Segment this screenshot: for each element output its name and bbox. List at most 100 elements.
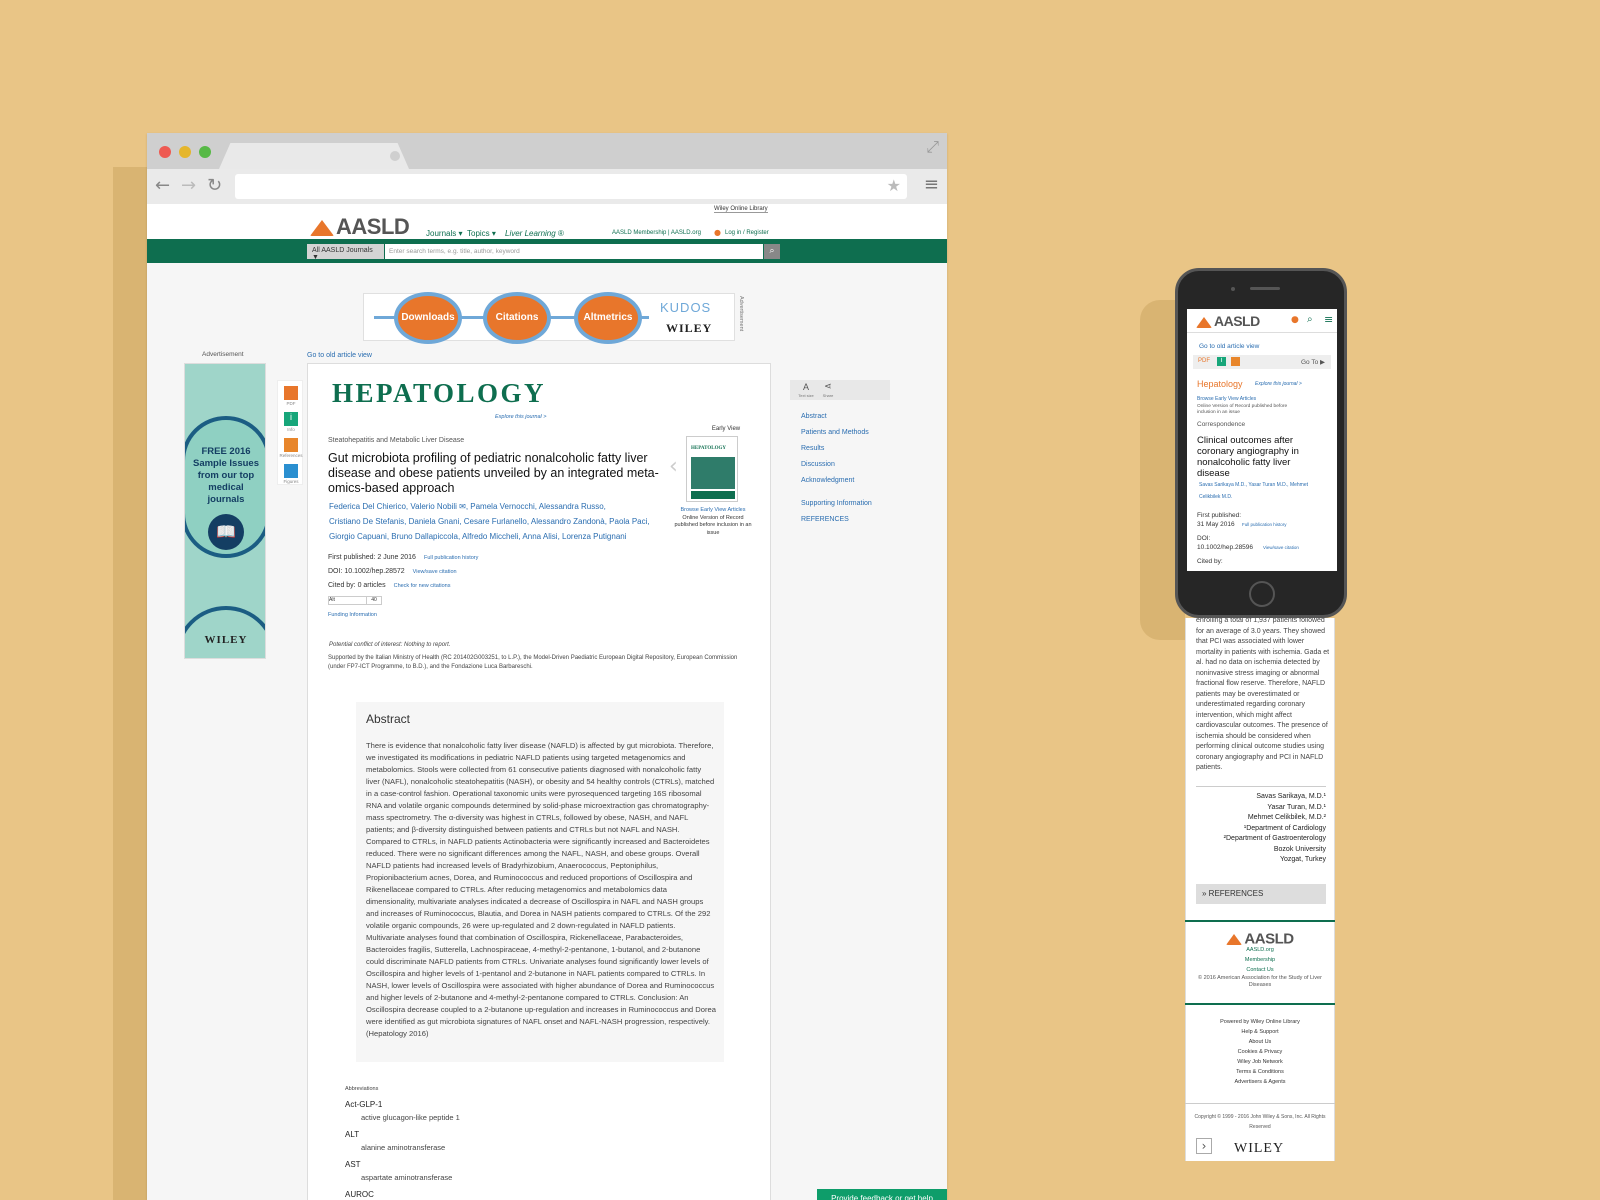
aasld-logo-icon — [310, 220, 334, 237]
figures-icon[interactable] — [284, 464, 298, 478]
toc-item[interactable]: Abstract — [801, 409, 872, 425]
fullscreen-icon[interactable]: ⤢ — [926, 139, 939, 157]
journal-cover[interactable]: HEPATOLOGY — [686, 436, 738, 502]
kudos-banner-ad[interactable]: Downloads Citations Altmetrics KUDOS WIL… — [363, 292, 735, 344]
phone-old-view-link[interactable]: Go to old article view — [1199, 343, 1259, 350]
footer-link[interactable]: AASLD.org — [1185, 945, 1335, 955]
close-window-dot[interactable] — [159, 146, 171, 158]
save-citation-link[interactable]: View/save citation — [413, 569, 457, 575]
phone-journal[interactable]: Hepatology — [1197, 379, 1243, 389]
funding-link[interactable]: Funding Information — [328, 612, 377, 618]
nav-topics[interactable]: Topics ▾ — [467, 229, 496, 238]
old-article-view-link[interactable]: Go to old article view — [307, 352, 372, 359]
references-icon[interactable] — [284, 438, 298, 452]
wol-footer: Powered by Wiley Online Library Help & S… — [1185, 1003, 1335, 1087]
phone-aasld-logo[interactable]: AASLD — [1196, 313, 1260, 329]
authors-line-1[interactable]: Federica Del Chierico, Valerio Nobili ✉,… — [329, 499, 664, 514]
browser-shadow — [113, 167, 147, 1200]
phone-references-icon[interactable] — [1231, 357, 1240, 366]
phone-device: AASLD ● ⌕ ≡ Go to old article view PDF i… — [1175, 268, 1347, 618]
top-links[interactable]: AASLD Membership | AASLD.org — [612, 230, 701, 236]
text-size-icon[interactable]: A — [796, 382, 816, 392]
wol-link[interactable]: Terms & Conditions — [1185, 1067, 1335, 1077]
url-bar[interactable]: ★ — [235, 174, 907, 199]
cover-image — [691, 457, 735, 489]
wol-link[interactable]: About Us — [1185, 1037, 1335, 1047]
toc-item[interactable]: Supporting Information — [801, 496, 872, 512]
browse-early-view-link[interactable]: Browse Early View Articles — [673, 507, 753, 515]
logo-text: AASLD — [336, 214, 410, 239]
feedback-button[interactable]: Provide feedback or get help — [817, 1189, 947, 1200]
hamburger-icon[interactable]: ≡ — [1324, 313, 1333, 326]
toc-item[interactable]: Results — [801, 441, 872, 457]
kudos-logo: KUDOS — [660, 300, 712, 315]
browser-menu-icon[interactable]: ≡ — [924, 174, 939, 195]
share-icon[interactable]: ⋖ — [818, 382, 838, 392]
aasld-logo[interactable]: AASLD — [310, 214, 410, 240]
right-tools: A Text size ⋖ Share — [790, 380, 890, 400]
article-panel: HEPATOLOGY Explore this journal > Steato… — [307, 363, 771, 1200]
references-toggle[interactable]: » REFERENCES — [1196, 884, 1326, 904]
phone-logo-icon — [1196, 316, 1212, 328]
footer-aasld-logo[interactable]: AASLD — [1185, 931, 1335, 946]
toc-item[interactable]: Discussion — [801, 457, 872, 473]
phone-home-button[interactable] — [1249, 581, 1275, 607]
chevron-right-icon[interactable]: › — [1196, 1138, 1212, 1154]
check-citations-link[interactable]: Check for new citations — [394, 583, 451, 589]
publication-history-link[interactable]: Full publication history — [424, 555, 478, 561]
journal-title[interactable]: HEPATOLOGY — [332, 378, 546, 409]
maximize-window-dot[interactable] — [199, 146, 211, 158]
authors-line-3[interactable]: Giorgio Capuani, Bruno Dallapiccola, Alf… — [329, 529, 664, 544]
chevron-left-icon[interactable]: ‹ — [669, 454, 678, 479]
back-icon[interactable]: ← — [155, 175, 170, 196]
wol-link[interactable]: Cookies & Privacy — [1185, 1047, 1335, 1057]
wiley-online-library-link[interactable]: Wiley Online Library — [714, 206, 768, 213]
phone-doi-link[interactable]: View/save citation — [1263, 545, 1299, 550]
browser-window: ⤢ ← → ↻ ★ ≡ AASLD Wiley Online Library J… — [147, 133, 947, 1200]
search-icon[interactable]: ⌕ — [1307, 314, 1313, 325]
login-link[interactable]: Log in / Register — [725, 230, 769, 236]
pdf-icon[interactable] — [284, 386, 298, 400]
article-section: Steatohepatitis and Metabolic Liver Dise… — [328, 437, 465, 444]
wol-link[interactable]: Powered by Wiley Online Library — [1185, 1017, 1335, 1027]
search-icon[interactable]: ⌕ — [764, 244, 780, 259]
explore-journal-link[interactable]: Explore this journal > — [495, 414, 547, 420]
phone-info-icon[interactable]: i — [1217, 357, 1226, 366]
toc-item[interactable]: Acknowledgment — [801, 473, 872, 489]
toc-item[interactable]: REFERENCES — [801, 512, 872, 528]
abstract-heading: Abstract — [366, 712, 411, 726]
footer-link[interactable]: Contact Us — [1185, 965, 1335, 975]
search-input[interactable]: Enter search terms, e.g. title, author, … — [385, 244, 763, 259]
tab-bar: ⤢ — [147, 133, 947, 169]
phone-fp-link[interactable]: Full publication history — [1242, 522, 1287, 527]
phone-explore-link[interactable]: Explore this journal > — [1255, 381, 1302, 387]
signature-block: Savas Sarikaya, M.D.¹ Yasar Turan, M.D.¹… — [1224, 792, 1326, 866]
tab-close-icon[interactable] — [390, 151, 400, 161]
nav-liver-learning[interactable]: Liver Learning ® — [505, 229, 564, 238]
phone-goto[interactable]: Go To ▶ — [1301, 358, 1325, 366]
ad-text: FREE 2016 Sample Issues from our top med… — [192, 446, 259, 505]
authors-line-2[interactable]: Cristiano De Stefanis, Daniela Gnani, Ce… — [329, 514, 664, 529]
wol-link[interactable]: Wiley Job Network — [1185, 1057, 1335, 1067]
reload-icon[interactable]: ↻ — [207, 175, 222, 196]
phone-speaker — [1250, 287, 1280, 290]
wol-link[interactable]: Advertisers & Agents — [1185, 1077, 1335, 1087]
bookmark-star-icon[interactable]: ★ — [887, 176, 901, 195]
wol-link[interactable]: Help & Support — [1185, 1027, 1335, 1037]
info-icon[interactable]: i — [284, 412, 298, 426]
table-of-contents: Abstract Patients and Methods Results Di… — [801, 409, 872, 528]
left-skyscraper-ad[interactable]: FREE 2016 Sample Issues from our top med… — [184, 363, 266, 659]
minimize-window-dot[interactable] — [179, 146, 191, 158]
browser-tab[interactable] — [219, 143, 409, 169]
aasld-footer: AASLD AASLD.org Membership Contact Us © … — [1185, 920, 1335, 989]
forward-icon[interactable]: → — [181, 175, 196, 196]
user-icon[interactable]: ● — [1291, 315, 1299, 325]
footer-link[interactable]: Membership — [1185, 955, 1335, 965]
journal-select[interactable]: All AASLD Journals ▼ — [307, 244, 384, 261]
toc-item[interactable]: Patients and Methods — [801, 425, 872, 441]
phone-authors[interactable]: Savas Sarikaya M.D., Yasar Turan M.D., M… — [1199, 479, 1319, 503]
nav-journals[interactable]: Journals ▾ — [426, 229, 462, 238]
article-title: Gut microbiota profiling of pediatric no… — [328, 451, 659, 495]
phone-pdf-button[interactable]: PDF — [1198, 358, 1210, 364]
phone-browse-ev[interactable]: Browse Early View Articles — [1197, 396, 1256, 402]
